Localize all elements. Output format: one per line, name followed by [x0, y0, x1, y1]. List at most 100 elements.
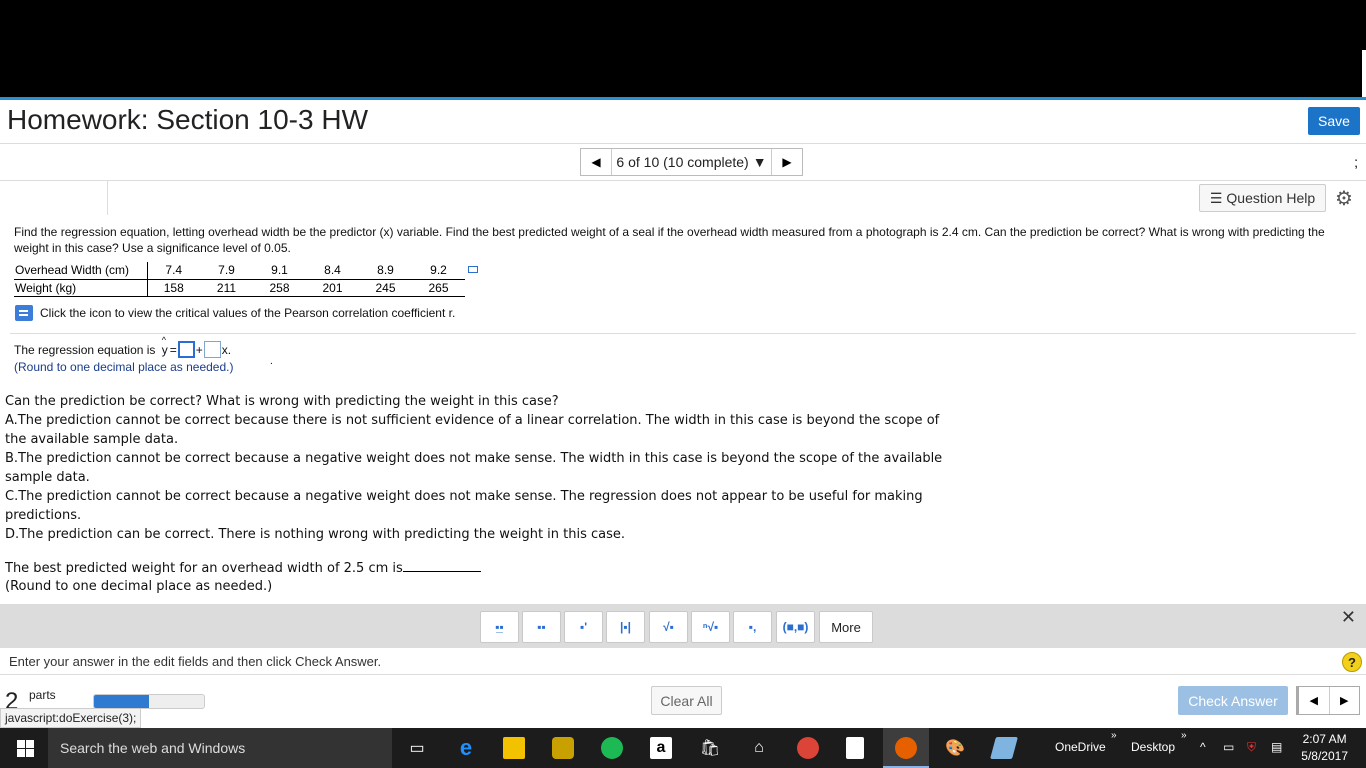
question-prompt: Can the prediction be correct? What is w…	[5, 394, 559, 409]
plus-sign: +	[195, 342, 203, 357]
check-answer-button[interactable]: Check Answer	[1178, 686, 1288, 715]
option-c[interactable]: C.The prediction cannot be correct becau…	[5, 487, 945, 525]
table-cell: 7.4	[147, 262, 200, 280]
prev-part-button[interactable]: ◀	[1299, 687, 1330, 714]
math-toolbar: ▪̲▪ ▪▪ ▪' |▪| √▪ ⁿ√▪ ▪, (■,■) More ✕	[0, 604, 1366, 648]
notes-icon[interactable]	[990, 737, 1018, 759]
intercept-input[interactable]	[177, 341, 195, 358]
parts-label: parts	[29, 688, 56, 702]
subscript-icon: ▪,	[748, 620, 757, 634]
x-suffix: x.	[221, 342, 232, 357]
multiple-choice-question: Can the prediction be correct? What is w…	[5, 392, 945, 544]
spotify-icon[interactable]	[601, 737, 623, 759]
y-hat-symbol: y	[161, 335, 169, 357]
help-icon[interactable]: ?	[1342, 652, 1362, 672]
chevron-icon[interactable]: »	[1111, 730, 1117, 741]
save-button[interactable]: Save	[1308, 107, 1360, 135]
ordered-pair-button[interactable]: (■,■)	[776, 611, 815, 643]
clear-all-button[interactable]: Clear All	[651, 686, 722, 715]
book-icon	[15, 305, 33, 321]
subscript-button[interactable]: ▪,	[733, 611, 772, 643]
pearson-link-text: Click the icon to view the critical valu…	[40, 306, 456, 320]
square-root-icon: √▪	[663, 620, 674, 634]
firefox-icon[interactable]	[895, 737, 917, 759]
pearson-link[interactable]: Click the icon to view the critical valu…	[15, 305, 455, 321]
onedrive-toolbar[interactable]: OneDrive	[1055, 740, 1106, 754]
table-cell: 158	[147, 279, 200, 297]
option-b[interactable]: B.The prediction cannot be correct becau…	[5, 449, 945, 487]
chevron-up-icon[interactable]: ^	[1200, 740, 1206, 754]
table-cell: 201	[306, 279, 359, 297]
copy-table-icon[interactable]	[468, 266, 478, 273]
desktop-toolbar[interactable]: Desktop	[1131, 740, 1175, 754]
best-prediction-blank[interactable]	[402, 559, 481, 572]
document-icon[interactable]	[846, 737, 864, 759]
table-cell: 7.9	[200, 262, 253, 280]
question-position-dropdown[interactable]: 6 of 10 (10 complete) ▼	[612, 149, 771, 175]
row-label: Weight (kg)	[14, 279, 148, 297]
battery-icon[interactable]: ▭	[1223, 740, 1234, 754]
mixed-number-button[interactable]: ▪▪	[522, 611, 561, 643]
best-prediction: The best predicted weight for an overhea…	[5, 559, 481, 596]
best-prediction-note: (Round to one decimal place as needed.)	[5, 579, 273, 594]
next-question-button[interactable]: ▶	[771, 149, 802, 175]
problem-statement: Find the regression equation, letting ov…	[14, 225, 1325, 255]
absolute-value-button[interactable]: |▪|	[606, 611, 645, 643]
browser-chrome-blackout	[0, 0, 1366, 97]
table-row: Overhead Width (cm) 7.4 7.9 9.1 8.4 8.9 …	[14, 262, 465, 280]
prev-question-button[interactable]: ◀	[581, 149, 612, 175]
table-cell: 8.4	[306, 262, 359, 280]
table-cell: 258	[253, 279, 306, 297]
option-a[interactable]: A.The prediction cannot be correct becau…	[5, 411, 945, 449]
left-panel-stub	[0, 181, 108, 215]
fraction-button[interactable]: ▪̲▪	[480, 611, 519, 643]
security-icon[interactable]: ⛨	[1247, 740, 1256, 755]
table-cell: 8.9	[359, 262, 412, 280]
nth-root-button[interactable]: ⁿ√▪	[691, 611, 730, 643]
app-icon[interactable]	[552, 737, 574, 759]
table-cell: 211	[200, 279, 253, 297]
taskbar-search[interactable]: Search the web and Windows	[48, 728, 392, 768]
ordered-pair-icon: (■,■)	[782, 620, 809, 634]
windows-start-icon[interactable]	[17, 740, 34, 757]
more-button[interactable]: More	[819, 611, 873, 643]
table-row: Weight (kg) 158 211 258 201 245 265	[14, 279, 465, 297]
task-view-icon[interactable]: ▭	[406, 737, 428, 759]
slope-input[interactable]	[203, 341, 221, 358]
table-cell: 245	[359, 279, 412, 297]
progress-fill	[94, 695, 149, 708]
notification-icon[interactable]: ▤	[1271, 740, 1282, 754]
equals-sign: =	[169, 342, 177, 357]
square-root-button[interactable]: √▪	[649, 611, 688, 643]
instruction-text: Enter your answer in the edit fields and…	[9, 654, 382, 669]
next-part-button[interactable]: ▶	[1330, 687, 1360, 714]
option-d[interactable]: D.The prediction can be correct. There i…	[5, 525, 945, 544]
mixed-number-icon: ▪▪	[537, 620, 546, 634]
taskbar-clock[interactable]: 2:07 AM 5/8/2017	[1301, 731, 1348, 765]
data-table: Overhead Width (cm) 7.4 7.9 9.1 8.4 8.9 …	[14, 262, 465, 297]
caret-down-icon: ▼	[752, 154, 767, 170]
edge-browser-icon[interactable]: e	[455, 735, 477, 760]
question-nav-row: ◀ 6 of 10 (10 complete) ▼ ▶ ;	[0, 145, 1366, 181]
instruction-bar: Enter your answer in the edit fields and…	[0, 648, 1366, 675]
regression-equation: The regression equation is y = + x.	[14, 335, 232, 358]
taskbar-search-placeholder: Search the web and Windows	[60, 740, 246, 756]
file-explorer-icon[interactable]	[503, 737, 525, 759]
close-icon[interactable]: ✕	[1341, 607, 1356, 628]
gear-icon[interactable]: ⚙	[1335, 186, 1353, 211]
paint-icon[interactable]: 🎨	[944, 737, 966, 759]
store-icon[interactable]: 🛍	[699, 737, 721, 759]
question-help-button[interactable]: ☰ Question Help	[1199, 184, 1326, 212]
chrome-edge	[1362, 50, 1366, 97]
home-icon[interactable]: ⌂	[748, 737, 770, 759]
stray-dot: .	[270, 356, 273, 367]
chevron-icon[interactable]: »	[1181, 730, 1187, 741]
chrome-icon[interactable]	[797, 737, 819, 759]
exponent-button[interactable]: ▪'	[564, 611, 603, 643]
triangle-right-icon: ▶	[782, 155, 792, 169]
exponent-icon: ▪'	[579, 620, 588, 634]
table-cell: 265	[412, 279, 465, 297]
table-cell: 9.1	[253, 262, 306, 280]
amazon-icon[interactable]: a	[650, 737, 672, 759]
clock-date: 5/8/2017	[1301, 749, 1348, 763]
